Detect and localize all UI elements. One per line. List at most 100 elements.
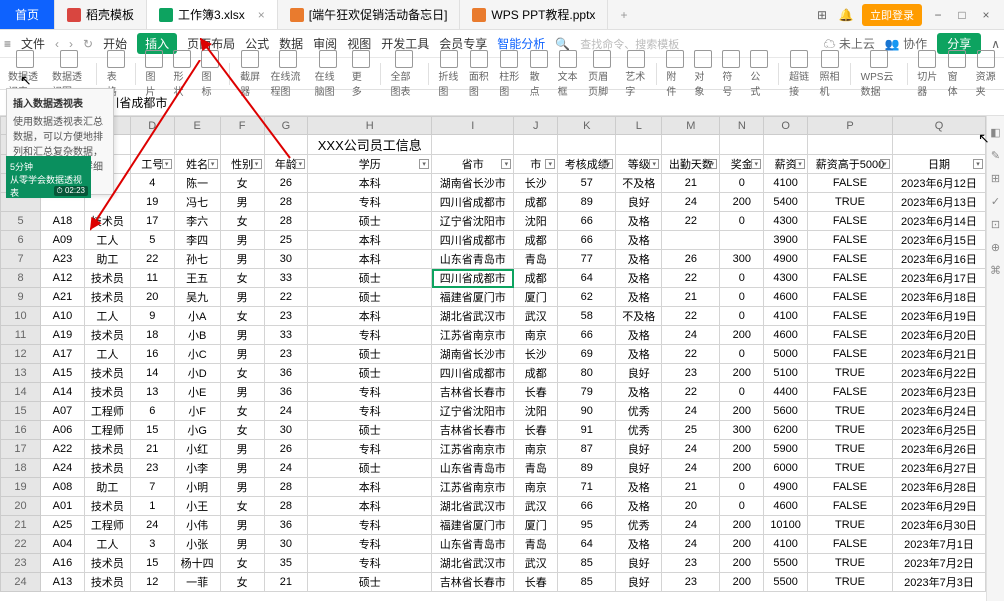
cell-job[interactable]: 技术员 (84, 212, 130, 231)
cell-score[interactable]: 80 (558, 364, 616, 383)
table-row[interactable]: 20A01技术员1小王女28本科湖北省武汉市武汉66及格2004600FALSE… (1, 497, 986, 516)
filter-icon[interactable]: ▾ (162, 159, 172, 169)
cell-age[interactable]: 26 (264, 440, 308, 459)
cell-salary[interactable]: 4300 (764, 269, 808, 288)
col-header-M[interactable]: M (662, 117, 720, 135)
cell-city[interactable]: 成都 (514, 193, 558, 212)
cell-job[interactable]: 技术员 (84, 269, 130, 288)
cell-edu[interactable]: 专科 (308, 193, 432, 212)
cell-bonus[interactable]: 0 (720, 212, 764, 231)
cell-salary[interactable]: 5500 (764, 573, 808, 592)
cell-id[interactable]: 15 (130, 421, 174, 440)
cell-a[interactable]: A01 (41, 497, 85, 516)
cell-a[interactable]: A08 (41, 478, 85, 497)
minimize-icon[interactable]: − (930, 7, 946, 23)
cell-edu[interactable]: 硕士 (308, 288, 432, 307)
sidebar-icon[interactable]: ✎ (991, 149, 1000, 162)
cell-prov[interactable]: 吉林省长春市 (432, 573, 514, 592)
table-row[interactable]: 10A10工人9小A女23本科湖北省武汉市武汉58不及格2204100FALSE… (1, 307, 986, 326)
cell-days[interactable]: 25 (662, 421, 720, 440)
login-button[interactable]: 立即登录 (862, 4, 922, 26)
cell-edu[interactable]: 本科 (308, 497, 432, 516)
cell-id[interactable]: 15 (130, 554, 174, 573)
cell-age[interactable]: 23 (264, 307, 308, 326)
cell-sex[interactable]: 男 (220, 326, 264, 345)
cell-name[interactable]: 小明 (174, 478, 220, 497)
cell-edu[interactable]: 本科 (308, 478, 432, 497)
cell-city[interactable]: 南京 (514, 440, 558, 459)
cell-score[interactable]: 58 (558, 307, 616, 326)
cell-prov[interactable]: 辽宁省沈阳市 (432, 402, 514, 421)
col-header-G[interactable]: G (264, 117, 308, 135)
ribbon-散点[interactable]: 散点 (528, 50, 550, 98)
cell-hi[interactable]: TRUE (808, 516, 893, 535)
cell-bonus[interactable]: 0 (720, 497, 764, 516)
cell-salary[interactable]: 4600 (764, 288, 808, 307)
cell-bonus[interactable]: 0 (720, 345, 764, 364)
cell-hi[interactable]: FALSE (808, 345, 893, 364)
cell-days[interactable]: 24 (662, 326, 720, 345)
cell-prov[interactable]: 辽宁省沈阳市 (432, 212, 514, 231)
cell-name[interactable]: 孙七 (174, 250, 220, 269)
cell-grade[interactable]: 良好 (616, 554, 662, 573)
cell-days[interactable]: 21 (662, 288, 720, 307)
col-header-N[interactable]: N (720, 117, 764, 135)
table-row[interactable]: 19冯七男28专科四川省成都市成都89良好242005400TRUE2023年6… (1, 193, 986, 212)
ribbon-WPS云数据[interactable]: WPS云数据 (859, 50, 899, 98)
cell-grade[interactable]: 不及格 (616, 307, 662, 326)
cell-prov[interactable]: 江苏省南京市 (432, 440, 514, 459)
cell-city[interactable]: 南京 (514, 478, 558, 497)
cell-hi[interactable]: TRUE (808, 421, 893, 440)
cell-a[interactable]: A16 (41, 554, 85, 573)
col-header-K[interactable]: K (558, 117, 616, 135)
cell-name[interactable]: 杨十四 (174, 554, 220, 573)
cell-grade[interactable]: 良好 (616, 573, 662, 592)
cell-salary[interactable]: 5600 (764, 402, 808, 421)
sidebar-icon[interactable]: ◧ (990, 126, 1000, 139)
collapse-icon[interactable]: ∧ (991, 37, 1000, 51)
cell-grade[interactable]: 优秀 (616, 421, 662, 440)
cell-a[interactable]: A04 (41, 535, 85, 554)
cell-grade[interactable]: 良好 (616, 364, 662, 383)
table-row[interactable]: 22A04工人3小张男30专科山东省青岛市青岛64及格242004100FALS… (1, 535, 986, 554)
header-薪资[interactable]: 薪资▾ (764, 155, 808, 174)
cell-city[interactable]: 武汉 (514, 497, 558, 516)
cell-score[interactable]: 85 (558, 573, 616, 592)
cell-age[interactable]: 24 (264, 459, 308, 478)
cell-days[interactable]: 22 (662, 269, 720, 288)
table-row[interactable]: 4陈一女26本科湖南省长沙市长沙57不及格2104100FALSE2023年6月… (1, 174, 986, 193)
cell-job[interactable]: 技术员 (84, 497, 130, 516)
cell-age[interactable]: 36 (264, 364, 308, 383)
cell-a[interactable]: A10 (41, 307, 85, 326)
cell-job[interactable]: 工人 (84, 231, 130, 250)
cell-job[interactable]: 工程师 (84, 402, 130, 421)
cell-edu[interactable]: 本科 (308, 307, 432, 326)
cell-score[interactable]: 66 (558, 212, 616, 231)
cell-date[interactable]: 2023年6月12日 (892, 174, 985, 193)
cell-days[interactable]: 24 (662, 459, 720, 478)
cell-bonus[interactable]: 200 (720, 364, 764, 383)
sidebar-icon[interactable]: ✓ (991, 195, 1000, 208)
cell-n[interactable]: 22 (1, 535, 41, 554)
cell-sex[interactable]: 男 (220, 440, 264, 459)
cell-hi[interactable]: TRUE (808, 364, 893, 383)
cell-n[interactable]: 5 (1, 212, 41, 231)
cell-id[interactable]: 14 (130, 364, 174, 383)
cell-hi[interactable]: FALSE (808, 307, 893, 326)
cell-days[interactable]: 21 (662, 478, 720, 497)
cell-edu[interactable]: 硕士 (308, 459, 432, 478)
cell-id[interactable]: 4 (130, 174, 174, 193)
cell-grade[interactable]: 及格 (616, 535, 662, 554)
cell-bonus[interactable]: 0 (720, 307, 764, 326)
col-header-H[interactable]: H (308, 117, 432, 135)
cell-prov[interactable]: 吉林省长春市 (432, 383, 514, 402)
cell-n[interactable]: 14 (1, 383, 41, 402)
cell-salary[interactable]: 3900 (764, 231, 808, 250)
cell-job[interactable]: 工人 (84, 535, 130, 554)
header-工号[interactable]: 工号▾ (130, 155, 174, 174)
cell-date[interactable]: 2023年6月23日 (892, 383, 985, 402)
tab-workbook[interactable]: 工作簿3.xlsx× (147, 0, 278, 29)
cell-score[interactable]: 66 (558, 497, 616, 516)
cell-score[interactable]: 77 (558, 250, 616, 269)
ribbon-在线脑图[interactable]: 在线脑图 (313, 50, 344, 98)
